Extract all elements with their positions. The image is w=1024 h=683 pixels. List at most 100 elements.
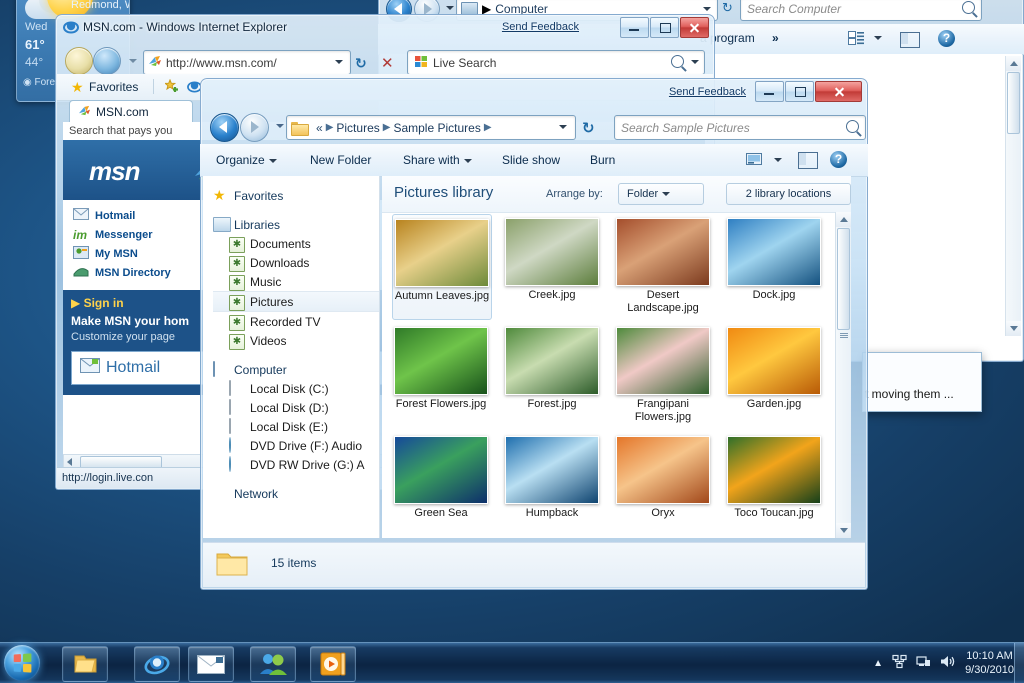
show-desktop-button[interactable]	[1014, 643, 1024, 683]
ie-address-caret-icon[interactable]	[335, 60, 343, 64]
recent-pages-caret-icon[interactable]	[446, 6, 454, 10]
ie-favorites-label[interactable]: Favorites	[89, 80, 138, 94]
file-item[interactable]: Dock.jpg	[725, 214, 823, 314]
taskbar-internet-explorer-button[interactable]	[134, 646, 180, 682]
sidebar-item-recorded-tv[interactable]: ✱ Recorded TV	[213, 312, 379, 331]
organize-button[interactable]: Organize	[216, 153, 277, 167]
view-dropdown-caret-icon[interactable]	[874, 36, 882, 40]
sidebar-item-local-disk-e[interactable]: Local Disk (E:)	[213, 417, 379, 436]
explorer-search-icon[interactable]	[846, 120, 859, 133]
explorer-maximize-button[interactable]	[785, 81, 814, 102]
taskbar-messenger-button[interactable]	[250, 646, 296, 682]
change-view-caret-icon[interactable]	[774, 158, 782, 162]
sidebar-item-downloads[interactable]: ✱ Downloads	[213, 253, 379, 272]
taskbar-explorer-button[interactable]	[62, 646, 108, 682]
refresh-icon[interactable]: ↻	[722, 0, 733, 16]
ie-recent-caret-icon[interactable]	[129, 59, 137, 63]
explorer-help-icon[interactable]: ?	[830, 151, 847, 168]
preview-pane-icon[interactable]	[900, 32, 920, 48]
ie-window-controls[interactable]	[620, 17, 709, 38]
sidebar-item-pictures[interactable]: ✱ Pictures	[213, 291, 379, 312]
sidebar-item-dvd-drive-f-audio[interactable]: DVD Drive (F:) Audio	[213, 436, 379, 455]
help-icon[interactable]: ?	[938, 30, 955, 47]
bg-explorer-scrollbar[interactable]	[1005, 56, 1021, 336]
bg-search-box[interactable]: Search Computer	[740, 0, 982, 21]
new-folder-button[interactable]: New Folder	[310, 153, 371, 167]
explorer-navigation-pane[interactable]: ★ Favorites Libraries ✱ Documents ✱ Downloads ✱…	[203, 176, 380, 538]
clock[interactable]: 10:10 AM 9/30/2010	[965, 649, 1020, 677]
ie-maximize-button[interactable]	[650, 17, 679, 38]
explorer-back-button[interactable]	[210, 113, 239, 142]
sidebar-item-dvd-rw-drive-g-a[interactable]: DVD RW Drive (G:) A	[213, 455, 379, 474]
file-item[interactable]: Desert Landscape.jpg	[614, 214, 712, 314]
start-button[interactable]	[4, 645, 40, 681]
ie-stop-icon[interactable]: ✕	[381, 54, 394, 72]
ie-search-caret-icon[interactable]	[691, 60, 699, 64]
explorer-forward-button[interactable]	[240, 113, 269, 142]
sidebar-item-local-disk-d[interactable]: Local Disk (D:)	[213, 398, 379, 417]
ie-search-box[interactable]: Live Search	[407, 50, 705, 75]
library-locations-button[interactable]: 2 library locations	[726, 183, 851, 205]
explorer-content-pane[interactable]: Pictures library Arrange by: Folder 2 li…	[382, 176, 851, 538]
volume-tray-icon[interactable]	[940, 654, 956, 672]
breadcrumb-sample-pictures[interactable]: Sample Pictures	[393, 121, 480, 135]
ie-address-bar[interactable]: http://www.msn.com/	[143, 50, 351, 75]
ie-search-icon[interactable]	[671, 55, 684, 68]
action-center-tray-icon[interactable]	[916, 654, 931, 672]
hidden-dialog-window[interactable]: t moving them ...	[862, 352, 982, 412]
file-item[interactable]: Forest.jpg	[503, 323, 601, 423]
favorites-star-icon[interactable]: ★	[71, 80, 84, 94]
system-tray[interactable]: ▲ 10:10 AM 9/30/2010	[873, 643, 1020, 683]
sidebar-item-local-disk-c[interactable]: Local Disk (C:)	[213, 379, 379, 398]
explorer-breadcrumb[interactable]: « ▶ Pictures ▶ Sample Pictures ▶	[312, 121, 492, 135]
explorer-recent-caret-icon[interactable]	[276, 124, 284, 128]
ie-refresh-icon[interactable]: ↻	[355, 55, 367, 72]
file-item[interactable]: Autumn Leaves.jpg	[392, 214, 492, 320]
address-dropdown-caret-icon[interactable]	[703, 7, 711, 11]
navigation-tree[interactable]: ★ Favorites Libraries ✱ Documents ✱ Downloads ✱…	[203, 176, 379, 503]
view-list-icon[interactable]	[848, 31, 864, 49]
file-item[interactable]: Frangipani Flowers.jpg	[614, 323, 712, 423]
explorer-refresh-icon[interactable]: ↻	[582, 119, 595, 137]
sidebar-item-videos[interactable]: ✱ Videos	[213, 331, 379, 350]
address-history-caret-icon[interactable]	[559, 125, 567, 129]
show-preview-pane-icon[interactable]	[798, 152, 818, 169]
ie-titlebar[interactable]: MSN.com - Windows Internet Explorer Send…	[55, 14, 715, 42]
explorer-window-controls[interactable]	[755, 81, 862, 102]
ie-minimize-button[interactable]	[620, 17, 649, 38]
slide-show-button[interactable]: Slide show	[502, 153, 560, 167]
sidebar-item-computer[interactable]: Computer	[213, 360, 379, 379]
taskbar-media-player-button[interactable]	[310, 646, 356, 682]
file-thumbnail-grid[interactable]: Autumn Leaves.jpg Creek.jpg Desert Landsca…	[386, 212, 835, 538]
breadcrumb-pictures[interactable]: Pictures	[336, 121, 379, 135]
ie-back-button[interactable]	[65, 47, 93, 75]
ie-close-button[interactable]	[680, 17, 709, 38]
show-hidden-icons-button[interactable]: ▲	[873, 658, 883, 669]
file-item[interactable]: Forest Flowers.jpg	[392, 323, 490, 423]
taskbar-mail-button[interactable]	[188, 646, 234, 682]
file-item[interactable]: Toco Toucan.jpg	[725, 432, 823, 532]
explorer-address-bar[interactable]: « ▶ Pictures ▶ Sample Pictures ▶	[286, 115, 576, 140]
share-with-button[interactable]: Share with	[403, 153, 472, 167]
taskbar[interactable]: ▲ 10:10 AM 9/30/2010	[0, 642, 1024, 683]
desktop[interactable]: Redmond, WA Wed 61° 44° ◉ Forecast 0 ▶ C…	[0, 0, 1024, 683]
toolbar-overflow-button[interactable]: »	[772, 31, 779, 45]
explorer-close-button[interactable]	[815, 81, 862, 102]
explorer-search-box[interactable]: Search Sample Pictures	[614, 115, 866, 140]
sidebar-item-network[interactable]: Network	[213, 484, 379, 503]
sidebar-item-music[interactable]: ✱ Music	[213, 272, 379, 291]
add-favorites-icon[interactable]	[163, 78, 180, 97]
file-item[interactable]: Garden.jpg	[725, 323, 823, 423]
change-view-icon[interactable]	[746, 152, 763, 170]
explorer-minimize-button[interactable]	[755, 81, 784, 102]
burn-button[interactable]: Burn	[590, 153, 615, 167]
breadcrumb-overflow[interactable]: «	[316, 121, 323, 135]
sidebar-item-documents[interactable]: ✱ Documents	[213, 234, 379, 253]
arrange-by-combo[interactable]: Folder	[618, 183, 704, 205]
explorer-titlebar[interactable]: Send Feedback	[200, 78, 868, 106]
sidebar-item-libraries[interactable]: Libraries	[213, 215, 379, 234]
scroll-left-icon[interactable]	[67, 458, 72, 466]
file-item[interactable]: Oryx	[614, 432, 712, 532]
ie-forward-button[interactable]	[93, 47, 121, 75]
ie-send-feedback-link[interactable]: Send Feedback	[502, 21, 579, 33]
